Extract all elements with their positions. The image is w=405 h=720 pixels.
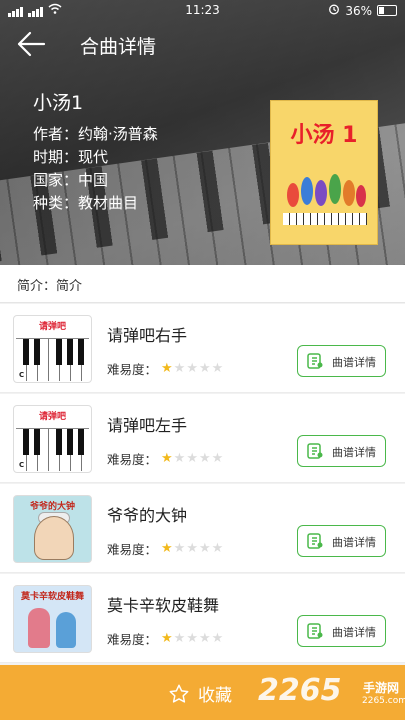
favorite-bar[interactable]: 收藏 2265 手游网 2265.com	[0, 665, 405, 720]
list-item[interactable]: 请弹吧 C 请弹吧左手 难易度： ★ ★ ★ ★ ★ 曲谱详情	[0, 394, 405, 483]
star-empty-icon: ★	[186, 361, 198, 376]
keyboard-image: C	[16, 428, 89, 471]
star-icon	[169, 684, 189, 703]
back-arrow-icon	[17, 31, 46, 57]
star-filled-icon: ★	[161, 361, 173, 376]
intro-text: 简介：简介	[17, 279, 83, 294]
star-empty-icon: ★	[211, 361, 224, 376]
difficulty-stars: ★ ★ ★ ★ ★	[161, 452, 223, 465]
star-empty-icon: ★	[186, 631, 198, 646]
favorite-button[interactable]: 收藏	[168, 681, 232, 706]
status-bar: 11:23 36%	[0, 0, 405, 22]
star-empty-icon: ★	[211, 451, 224, 466]
book-cover: 小汤 1	[270, 100, 378, 245]
score-thumbnail: 莫卡辛软皮鞋舞	[13, 585, 92, 653]
back-button[interactable]	[16, 30, 46, 58]
score-thumbnail: 爷爷的大钟	[13, 495, 92, 563]
song-country: 国家：中国	[33, 171, 109, 189]
item-title: 请弹吧左手	[107, 416, 188, 435]
dancer-image	[28, 608, 50, 648]
difficulty: 难易度： ★ ★ ★ ★ ★	[107, 361, 224, 377]
list-item[interactable]: 莫卡辛软皮鞋舞 莫卡辛软皮鞋舞 难易度： ★ ★ ★ ★ ★ 曲谱详情	[0, 574, 405, 663]
star-empty-icon: ★	[198, 451, 211, 466]
star-empty-icon: ★	[173, 451, 186, 466]
alarm-icon	[328, 3, 340, 18]
favorite-label: 收藏	[198, 686, 232, 706]
list-item[interactable]: 请弹吧 C 请弹吧右手 难易度： ★ ★ ★ ★ ★ 曲谱详情	[0, 304, 405, 393]
difficulty: 难易度： ★ ★ ★ ★ ★	[107, 541, 224, 557]
star-empty-icon: ★	[186, 541, 198, 556]
song-category: 种类：教材曲目	[33, 194, 139, 212]
star-filled-icon: ★	[161, 631, 173, 646]
star-empty-icon: ★	[173, 361, 186, 376]
score-thumbnail: 请弹吧 C	[13, 315, 92, 383]
star-empty-icon: ★	[198, 541, 211, 556]
difficulty: 难易度： ★ ★ ★ ★ ★	[107, 631, 224, 647]
intro-section: 简介：简介	[0, 265, 405, 303]
star-empty-icon: ★	[211, 541, 224, 556]
song-title: 小汤1	[33, 92, 84, 114]
list-item[interactable]: 爷爷的大钟 爷爷的大钟 难易度： ★ ★ ★ ★ ★ 曲谱详情	[0, 484, 405, 573]
score-list: 请弹吧 C 请弹吧右手 难易度： ★ ★ ★ ★ ★ 曲谱详情 请弹吧 C 请弹吧左手 …	[0, 304, 405, 664]
star-filled-icon: ★	[161, 451, 173, 466]
star-empty-icon: ★	[198, 631, 211, 646]
cover-title: 小汤 1	[290, 123, 358, 148]
battery-icon	[377, 5, 397, 16]
battery-percent: 36%	[345, 3, 372, 18]
difficulty: 难易度： ★ ★ ★ ★ ★	[107, 451, 224, 467]
song-author: 作者：约翰·汤普森	[33, 125, 158, 143]
watermark-sub: 手游网	[363, 681, 400, 695]
star-empty-icon: ★	[211, 631, 224, 646]
score-detail-button[interactable]: 曲谱详情	[297, 615, 386, 647]
item-title: 请弹吧右手	[107, 326, 188, 345]
cover-keyboard	[283, 213, 367, 225]
item-title: 莫卡辛软皮鞋舞	[107, 596, 220, 615]
grandpa-image	[34, 516, 74, 560]
keyboard-image: C	[16, 338, 89, 381]
score-icon	[307, 623, 323, 639]
star-empty-icon: ★	[173, 631, 186, 646]
star-filled-icon: ★	[161, 541, 173, 556]
nav-bar: 合曲详情	[0, 26, 405, 62]
score-icon	[307, 353, 323, 369]
page-title: 合曲详情	[80, 36, 157, 58]
song-header: 11:23 36% 合曲详情 小汤1 作者：约翰·汤普森 时期：现代 国家：中国…	[0, 0, 405, 265]
score-detail-button[interactable]: 曲谱详情	[297, 435, 386, 467]
watermark-logo: 2265	[258, 673, 342, 708]
difficulty-stars: ★ ★ ★ ★ ★	[161, 632, 223, 645]
cover-illustration	[287, 174, 366, 207]
song-period: 时期：现代	[33, 148, 109, 166]
item-title: 爷爷的大钟	[107, 506, 188, 525]
difficulty-stars: ★ ★ ★ ★ ★	[161, 542, 223, 555]
song-info: 小汤1 作者：约翰·汤普森 时期：现代 国家：中国 种类：教材曲目	[33, 88, 158, 215]
difficulty-stars: ★ ★ ★ ★ ★	[161, 362, 223, 375]
score-icon	[307, 533, 323, 549]
watermark-domain: 2265.com	[362, 696, 405, 706]
score-detail-button[interactable]: 曲谱详情	[297, 345, 386, 377]
score-thumbnail: 请弹吧 C	[13, 405, 92, 473]
score-detail-button[interactable]: 曲谱详情	[297, 525, 386, 557]
star-empty-icon: ★	[173, 541, 186, 556]
star-empty-icon: ★	[198, 361, 211, 376]
star-empty-icon: ★	[186, 451, 198, 466]
score-icon	[307, 443, 323, 459]
